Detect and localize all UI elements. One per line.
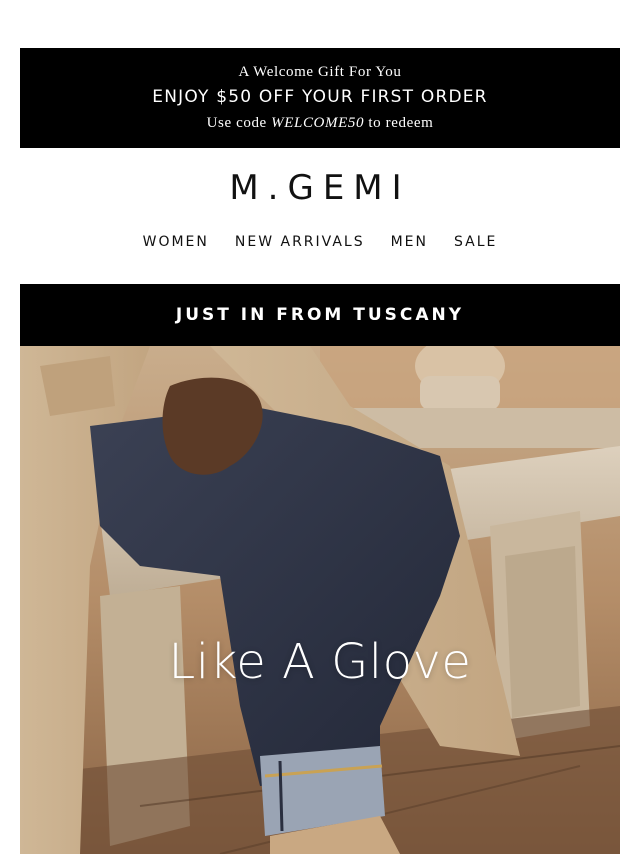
hero-photo bbox=[20, 346, 620, 854]
promo-banner[interactable]: A Welcome Gift For You ENJOY $50 OFF YOU… bbox=[20, 48, 620, 148]
nav-item-sale[interactable]: SALE bbox=[454, 234, 497, 250]
main-nav: WOMEN NEW ARRIVALS MEN SALE bbox=[0, 234, 640, 250]
nav-item-women[interactable]: WOMEN bbox=[143, 234, 209, 250]
nav-item-new-arrivals[interactable]: NEW ARRIVALS bbox=[235, 234, 365, 250]
hero-headline: Like A Glove bbox=[168, 634, 472, 690]
nav-item-men[interactable]: MEN bbox=[391, 234, 428, 250]
promo-offer-line: ENJOY $50 OFF YOUR FIRST ORDER bbox=[152, 87, 488, 107]
promo-code-line: Use code WELCOME50 to redeem bbox=[20, 115, 620, 132]
promo-gift-line: A Welcome Gift For You bbox=[238, 64, 402, 80]
promo-code: WELCOME50 bbox=[271, 115, 365, 131]
section-banner-label: JUST IN FROM TUSCANY bbox=[175, 305, 465, 325]
hero-image[interactable]: Like A Glove bbox=[20, 346, 620, 854]
section-banner[interactable]: JUST IN FROM TUSCANY bbox=[20, 284, 620, 346]
promo-code-suffix: to redeem bbox=[364, 115, 434, 131]
promo-code-prefix: Use code bbox=[206, 115, 272, 131]
brand-logo[interactable]: M.GEMI bbox=[0, 168, 640, 208]
